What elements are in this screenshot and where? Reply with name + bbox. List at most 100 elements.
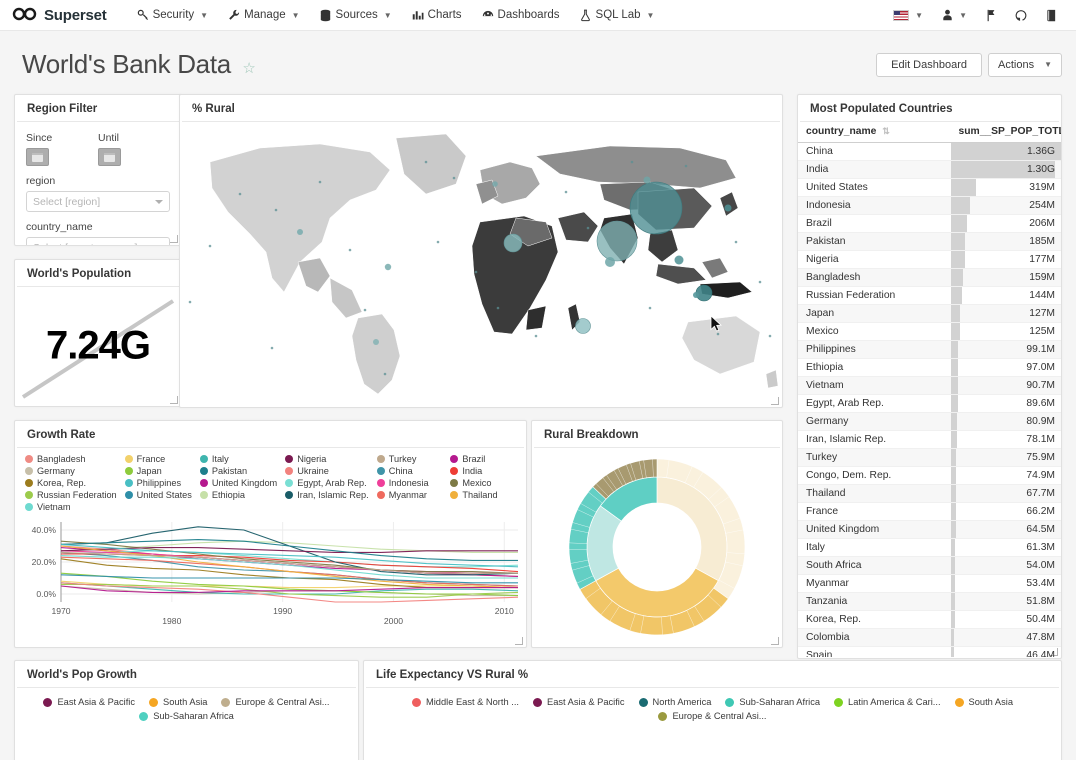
legend-item[interactable]: Egypt, Arab Rep. (281, 477, 372, 489)
legend-item[interactable]: East Asia & Pacific (36, 695, 142, 709)
rural-map-title: % Rural (182, 95, 780, 122)
legend-item[interactable]: Europe & Central Asi... (214, 695, 336, 709)
legend-item[interactable]: Thailand (446, 489, 520, 501)
sunburst-chart[interactable] (532, 448, 782, 646)
legend-item[interactable]: Pakistan (196, 465, 281, 477)
table-row[interactable]: Mexico 125M (798, 322, 1061, 341)
table-row[interactable]: Brazil 206M (798, 214, 1061, 233)
table-row[interactable]: France 66.2M (798, 502, 1061, 521)
table-row[interactable]: Turkey 75.9M (798, 448, 1061, 467)
table-row[interactable]: South Africa 54.0M (798, 556, 1061, 575)
legend-item[interactable]: Europe & Central Asi... (651, 709, 773, 723)
legend-item[interactable]: Myanmar (373, 489, 447, 501)
legend-color-dot (450, 455, 459, 463)
col-header-country-name[interactable]: country_name ⇅ (798, 122, 951, 143)
legend-item[interactable]: Sub-Saharan Africa (132, 709, 241, 723)
chevron-down-icon: ▼ (646, 10, 655, 20)
table-row[interactable]: United States 319M (798, 178, 1061, 197)
legend-item[interactable]: United States (121, 489, 196, 501)
legend-item[interactable]: Bangladesh (21, 453, 121, 465)
github-link[interactable] (1006, 5, 1036, 25)
legend-item[interactable]: Russian Federation (21, 489, 121, 501)
legend-item[interactable]: Brazil (446, 453, 520, 465)
nav-item-sql-lab[interactable]: SQL Lab ▼ (570, 5, 665, 25)
legend-item[interactable]: India (446, 465, 520, 477)
population-value: 319M (1029, 182, 1055, 193)
table-row[interactable]: Spain 46.4M (798, 646, 1061, 657)
table-row[interactable]: China 1.36G (798, 142, 1061, 161)
table-row[interactable]: United Kingdom 64.5M (798, 520, 1061, 539)
legend-color-dot (285, 467, 294, 475)
table-row[interactable]: Ethiopia 97.0M (798, 358, 1061, 377)
nav-item-dashboards[interactable]: Dashboards (472, 5, 570, 25)
growth-rate-chart[interactable]: 0.0% 20.0% 40.0% 1970 1980 1990 2000 2010 (15, 516, 526, 635)
table-row[interactable]: Congo, Dem. Rep. 74.9M (798, 466, 1061, 485)
table-row[interactable]: Nigeria 177M (798, 250, 1061, 269)
legend-item[interactable]: China (373, 465, 447, 477)
bug-report-link[interactable] (976, 5, 1006, 25)
legend-item[interactable]: Philippines (121, 477, 196, 489)
brand-home-link[interactable]: Superset (12, 7, 107, 24)
nav-item-charts[interactable]: Charts (402, 5, 472, 25)
table-row[interactable]: Pakistan 185M (798, 232, 1061, 251)
legend-item[interactable]: Mexico (446, 477, 520, 489)
legend-item[interactable]: Middle East & North ... (405, 695, 526, 709)
table-row[interactable]: Germany 80.9M (798, 412, 1061, 431)
table-row[interactable]: Italy 61.3M (798, 538, 1061, 557)
legend-item[interactable]: Sub-Saharan Africa (718, 695, 827, 709)
value-bar (950, 431, 957, 448)
region-select[interactable]: Select [region] (26, 191, 170, 212)
legend-item[interactable]: South Asia (948, 695, 1020, 709)
table-row[interactable]: India 1.30G (798, 160, 1061, 179)
table-row[interactable]: Bangladesh 159M (798, 268, 1061, 287)
table-scroll-area[interactable]: country_name ⇅ sum__SP_POP_TOTL ↓ China 1… (798, 122, 1061, 657)
actions-dropdown-button[interactable]: Actions ▼ (988, 52, 1062, 77)
table-row[interactable]: Vietnam 90.7M (798, 376, 1061, 395)
nav-item-sources[interactable]: Sources ▼ (310, 5, 402, 25)
legend-item[interactable]: Italy (196, 453, 281, 465)
country-select[interactable]: Select [country_name] (26, 237, 170, 245)
legend-item[interactable]: Germany (21, 465, 121, 477)
world-map-chart[interactable] (180, 122, 782, 406)
table-row[interactable]: Philippines 99.1M (798, 340, 1061, 359)
until-calendar-button[interactable] (98, 148, 121, 166)
legend-item[interactable]: Ukraine (281, 465, 372, 477)
legend-item[interactable]: Indonesia (373, 477, 447, 489)
user-menu[interactable]: ▼ (932, 5, 976, 25)
star-icon[interactable]: ☆ (242, 60, 255, 77)
table-row[interactable]: Korea, Rep. 50.4M (798, 610, 1061, 629)
population-value: 51.8M (1026, 596, 1055, 607)
docs-link[interactable] (1036, 5, 1066, 25)
table-row[interactable]: Egypt, Arab Rep. 89.6M (798, 394, 1061, 413)
legend-item[interactable]: East Asia & Pacific (526, 695, 632, 709)
legend-label: East Asia & Pacific (547, 697, 625, 707)
legend-item[interactable]: Vietnam (21, 501, 121, 513)
legend-item[interactable]: Nigeria (281, 453, 372, 465)
resize-handle[interactable] (515, 637, 524, 646)
legend-item[interactable]: Turkey (373, 453, 447, 465)
legend-item[interactable]: North America (632, 695, 719, 709)
col-header-population[interactable]: sum__SP_POP_TOTL ↓ (950, 122, 1061, 143)
table-row[interactable]: Tanzania 51.8M (798, 592, 1061, 611)
legend-item[interactable]: Latin America & Cari... (827, 695, 948, 709)
language-selector[interactable]: ▼ (884, 6, 932, 25)
table-row[interactable]: Russian Federation 144M (798, 286, 1061, 305)
table-row[interactable]: Japan 127M (798, 304, 1061, 323)
legend-item[interactable]: United Kingdom (196, 477, 281, 489)
legend-item[interactable]: Ethiopia (196, 489, 281, 501)
legend-item[interactable]: France (121, 453, 196, 465)
since-calendar-button[interactable] (26, 148, 49, 166)
edit-dashboard-button[interactable]: Edit Dashboard (876, 52, 982, 77)
table-row[interactable]: Iran, Islamic Rep. 78.1M (798, 430, 1061, 449)
legend-item[interactable]: Korea, Rep. (21, 477, 121, 489)
nav-item-manage[interactable]: Manage ▼ (218, 5, 309, 25)
table-row[interactable]: Indonesia 254M (798, 196, 1061, 215)
legend-label: Ukraine (297, 466, 329, 476)
nav-item-security[interactable]: Security ▼ (127, 5, 218, 25)
table-row[interactable]: Colombia 47.8M (798, 628, 1061, 647)
legend-item[interactable]: Japan (121, 465, 196, 477)
table-row[interactable]: Myanmar 53.4M (798, 574, 1061, 593)
legend-item[interactable]: Iran, Islamic Rep. (281, 489, 372, 501)
legend-item[interactable]: South Asia (142, 695, 214, 709)
table-row[interactable]: Thailand 67.7M (798, 484, 1061, 503)
